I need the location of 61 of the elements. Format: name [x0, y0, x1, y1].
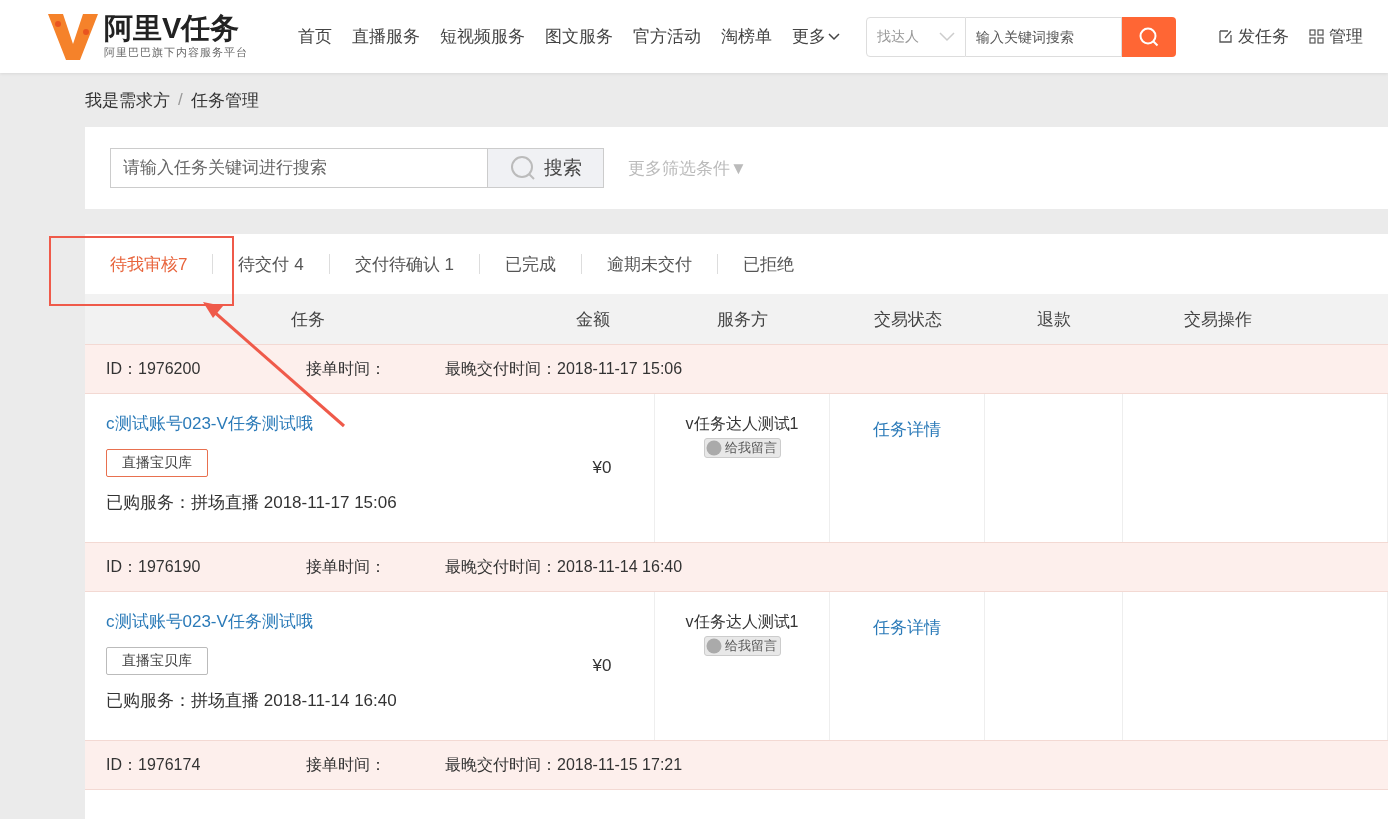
search-button[interactable]	[1122, 16, 1176, 57]
status-tab[interactable]: 已完成	[504, 252, 556, 276]
logo-title: 阿里V任务	[104, 13, 241, 45]
status-tab[interactable]: 逾期未交付	[606, 252, 692, 276]
accept-time-label: 接单时间：	[306, 556, 387, 577]
breadcrumb-item[interactable]: 我是需求方	[85, 88, 170, 112]
chat-bubble-icon	[704, 638, 723, 654]
amount-text: ¥0	[592, 656, 612, 676]
nav-link[interactable]: 淘榜单	[721, 25, 772, 48]
breadcrumb-separator: /	[178, 90, 183, 110]
service-tag[interactable]: 直播宝贝库	[106, 449, 208, 477]
status-tab[interactable]: 已拒绝	[742, 252, 794, 276]
column-header: 服务方	[716, 308, 769, 331]
purchased-service-text: 已购服务：拼场直播 2018-11-17 15:06	[106, 492, 397, 514]
column-header: 交易状态	[872, 308, 943, 331]
order-id: ID：1976190	[106, 556, 202, 577]
search-icon	[1138, 25, 1160, 48]
grid-icon	[1309, 29, 1324, 44]
chevron-down-icon	[939, 31, 955, 42]
header-action-link[interactable]: 发任务	[1218, 25, 1289, 48]
deadline-text: 最晚交付时间：2018-11-15 17:21	[445, 754, 683, 775]
accept-time-label: 接单时间：	[306, 358, 387, 379]
order-id: ID：1976174	[106, 754, 202, 775]
status-tab[interactable]: 待交付 4	[238, 252, 304, 276]
task-search-field[interactable]: 请输入任务关键词进行搜索	[110, 148, 487, 188]
task-title-link[interactable]: c测试账号023-V任务测试哦	[106, 610, 313, 633]
column-header: 金额	[574, 308, 611, 331]
column-header: 交易操作	[1183, 308, 1253, 331]
logo-subtitle: 阿里巴巴旗下内容服务平台	[104, 44, 248, 60]
provider-name: v任务达人测试1	[685, 414, 799, 434]
purchased-service-text: 已购服务：拼场直播 2018-11-14 16:40	[106, 690, 397, 712]
column-header: 任务	[289, 308, 326, 331]
chevron-down-icon	[828, 32, 840, 41]
nav-link[interactable]: 首页	[298, 25, 332, 48]
task-title-link[interactable]: c测试账号023-V任务测试哦	[106, 412, 313, 435]
search-icon	[509, 155, 536, 181]
deadline-text: 最晚交付时间：2018-11-17 15:06	[445, 358, 683, 379]
nav-link[interactable]: 直播服务	[352, 25, 420, 48]
header-action-link[interactable]: 管理	[1309, 25, 1363, 48]
deadline-text: 最晚交付时间：2018-11-14 16:40	[445, 556, 683, 577]
chat-bubble-icon	[704, 440, 723, 456]
order-id: ID：1976200	[106, 358, 202, 379]
search-field[interactable]: 输入关键词搜索	[966, 16, 1122, 57]
column-header: 退款	[1036, 308, 1072, 331]
nav-link[interactable]: 更多	[792, 25, 840, 48]
task-detail-link[interactable]: 任务详情	[873, 616, 941, 639]
search-button[interactable]: 搜索	[487, 148, 604, 188]
breadcrumb-item[interactable]: 任务管理	[190, 88, 259, 112]
nav-link[interactable]: 官方活动	[633, 25, 701, 48]
logo-icon	[48, 11, 98, 62]
nav-link[interactable]: 短视频服务	[440, 25, 525, 48]
task-detail-link[interactable]: 任务详情	[873, 418, 941, 441]
accept-time-label: 接单时间：	[306, 754, 387, 775]
edit-icon	[1218, 29, 1233, 44]
provider-name: v任务达人测试1	[685, 612, 799, 632]
nav-link[interactable]: 图文服务	[545, 25, 613, 48]
service-tag[interactable]: 直播宝贝库	[106, 647, 208, 675]
status-tab[interactable]: 交付待确认 1	[354, 252, 454, 276]
message-button[interactable]: 给我留言	[703, 636, 781, 656]
amount-text: ¥0	[592, 458, 612, 478]
message-button[interactable]: 给我留言	[703, 438, 781, 458]
